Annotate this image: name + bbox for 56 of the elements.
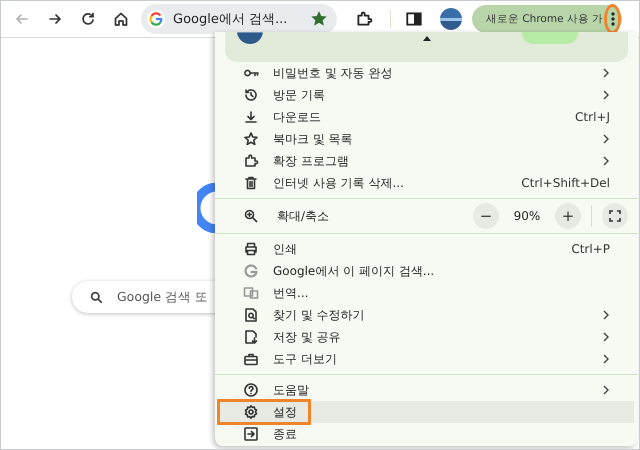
shortcut-text: Ctrl+J xyxy=(575,110,610,124)
translate-icon xyxy=(243,285,259,301)
trash-icon xyxy=(243,175,259,191)
save-page-icon xyxy=(243,329,259,345)
menu-item[interactable]: 비밀번호 및 자동 완성 xyxy=(219,62,634,84)
g-letter-icon xyxy=(243,263,259,279)
menu-item[interactable]: 도움말 xyxy=(219,379,634,401)
g-logo-icon xyxy=(147,10,165,28)
zoom-value: 90% xyxy=(512,209,542,223)
search-icon xyxy=(90,290,103,304)
star-icon xyxy=(243,131,259,147)
menu-item[interactable]: 인쇄 Ctrl+P xyxy=(219,238,634,260)
zoom-icon xyxy=(243,208,259,224)
settings-icon xyxy=(243,404,259,420)
bookmark-star-icon[interactable] xyxy=(311,11,327,27)
exit-icon xyxy=(243,426,259,442)
menu-item[interactable]: 저장 및 공유 xyxy=(219,326,634,348)
highlight-box: 설정 xyxy=(217,399,311,425)
forward-arrow-icon xyxy=(47,11,63,27)
update-chip-text: 새로운 Chrome 사용 가 xyxy=(486,12,604,26)
address-text: Google에서 검색... xyxy=(173,11,288,28)
fullscreen-button[interactable] xyxy=(602,203,628,229)
reload-icon xyxy=(80,11,96,27)
menu-item[interactable]: 도구 더보기 xyxy=(219,348,634,370)
menu-button[interactable] xyxy=(607,7,618,31)
side-panel-icon xyxy=(405,10,423,28)
shortcut-text: Ctrl+P xyxy=(571,242,610,256)
caret-icon xyxy=(423,36,431,41)
help-icon xyxy=(243,382,259,398)
menu-item[interactable]: 확장 프로그램 xyxy=(219,150,634,172)
menu-item[interactable]: Google에서 이 페이지 검색... xyxy=(219,260,634,282)
download-icon xyxy=(243,109,259,125)
printer-icon xyxy=(243,241,259,257)
history-icon xyxy=(243,87,259,103)
puzzle-icon xyxy=(243,153,259,169)
menu-item[interactable]: 북마크 및 목록 xyxy=(219,128,634,150)
puzzle-icon xyxy=(355,10,373,28)
menu-item[interactable]: 인터넷 사용 기록 삭제... Ctrl+Shift+Del xyxy=(219,172,634,194)
shortcut-text: Ctrl+Shift+Del xyxy=(521,176,610,190)
menu-item[interactable]: 다운로드 Ctrl+J xyxy=(219,106,634,128)
more-dots-icon xyxy=(610,11,615,27)
menu-item[interactable]: 종료 xyxy=(219,423,634,445)
fullscreen-icon xyxy=(609,210,621,222)
find-page-icon xyxy=(243,307,259,323)
home-icon xyxy=(113,11,129,27)
toolbox-icon xyxy=(243,351,259,367)
update-chip[interactable]: 새로운 Chrome 사용 가 xyxy=(472,5,622,33)
zoom-out-button[interactable]: − xyxy=(473,203,499,229)
search-placeholder: Google 검색 또 xyxy=(117,288,208,306)
zoom-in-button[interactable]: + xyxy=(555,203,581,229)
menu-item-highlighted[interactable]: 설정 xyxy=(219,401,634,423)
back-arrow-icon xyxy=(14,11,30,27)
address-bar[interactable]: Google에서 검색... xyxy=(141,4,337,34)
zoom-label: 확대/축소 xyxy=(277,208,330,224)
menu-item[interactable]: 방문 기록 xyxy=(219,84,634,106)
profile-avatar[interactable] xyxy=(440,8,462,30)
